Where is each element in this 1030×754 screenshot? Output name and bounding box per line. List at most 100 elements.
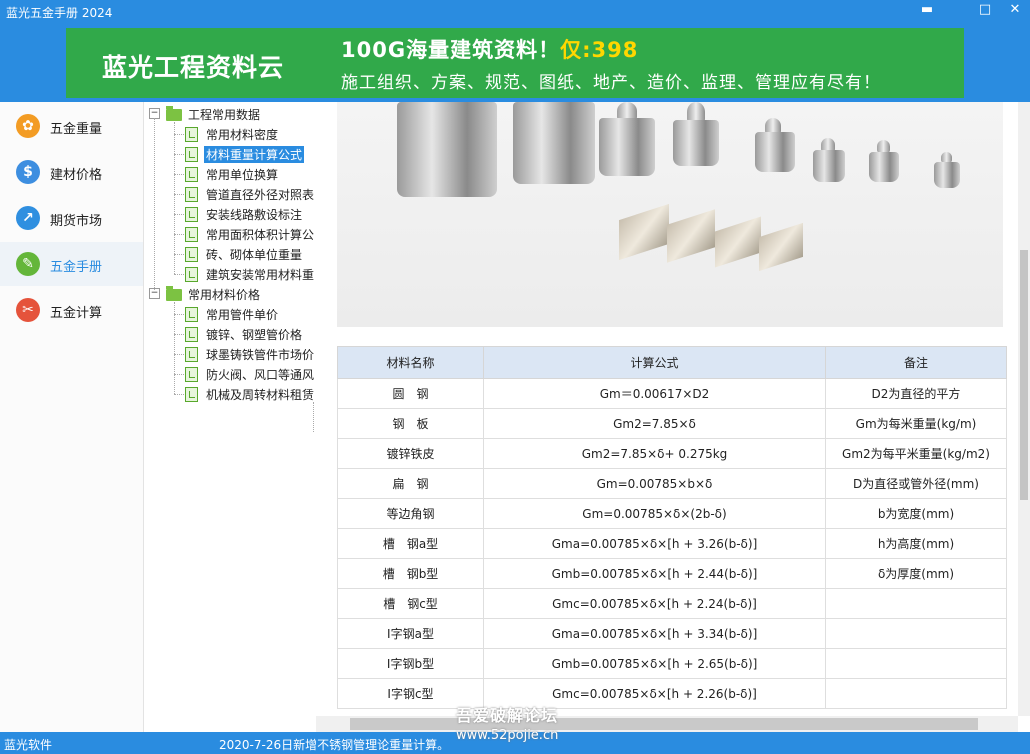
- banner-headline: 100G海量建筑资料！: [341, 38, 561, 62]
- watermark-line2: www.52pojie.cn: [456, 728, 559, 743]
- close-button[interactable]: ✕: [1000, 0, 1030, 22]
- tree-item[interactable]: 管道直径外径对照表: [144, 184, 316, 204]
- tree-connector: [174, 122, 175, 274]
- material-name-cell: 等边角钢: [337, 498, 484, 529]
- status-brand: 蓝光软件: [4, 738, 53, 752]
- tree-item-label: 常用面积体积计算公: [206, 228, 315, 242]
- note-cell: Gm2为每平米重量(kg/m2): [825, 438, 1007, 469]
- nav-item-1[interactable]: ✿ 五金重量: [0, 104, 143, 148]
- material-name-cell: 钢 板: [337, 408, 484, 439]
- table-row: I字钢a型 Gma=0.00785×δ×[h + 3.34(b-δ)]: [337, 618, 1007, 649]
- tree-item-label: 管道直径外径对照表: [206, 188, 315, 202]
- tree-item[interactable]: 镀锌、钢塑管价格: [144, 324, 316, 344]
- folder-icon: [166, 106, 182, 121]
- document-icon: [185, 367, 198, 382]
- tree-item[interactable]: 防火阀、风口等通风: [144, 364, 316, 384]
- document-icon: [185, 207, 198, 222]
- weight-plate: [759, 222, 803, 272]
- document-icon: [185, 387, 198, 402]
- tree-item[interactable]: 机械及周转材料租赁: [144, 384, 316, 404]
- nav-item-4[interactable]: ✎ 五金手册: [0, 242, 143, 286]
- formula-table: 材料名称 计算公式 备注 圆 钢 Gm＝0.00617×D2 D2为直径的平方钢 板 Gm…: [337, 346, 1007, 709]
- formula-cell: Gmc=0.00785×δ×[h + 2.26(b-δ)]: [483, 678, 826, 709]
- tree-item[interactable]: 常用管件单价: [144, 304, 316, 324]
- tree-item-label: 防火阀、风口等通风: [206, 368, 315, 382]
- minimize-button[interactable]: ▬: [912, 0, 942, 22]
- banner-price: 398: [591, 38, 639, 62]
- weight-small: [755, 132, 795, 172]
- table-header-row: 材料名称 计算公式 备注: [337, 346, 1007, 379]
- column-header: 计算公式: [483, 346, 826, 379]
- note-cell: Gm为每米重量(kg/m): [825, 408, 1007, 439]
- tree-item[interactable]: 建筑安装常用材料重: [144, 264, 316, 284]
- tree-item-label: 常用管件单价: [206, 308, 279, 322]
- vertical-scroll-thumb[interactable]: [1020, 250, 1028, 500]
- formula-cell: Gma=0.00785×δ×[h + 3.34(b-δ)]: [483, 618, 826, 649]
- formula-cell: Gm2=7.85×δ+ 0.275kg: [483, 438, 826, 469]
- weight-plate: [667, 209, 715, 263]
- note-cell: b为宽度(mm): [825, 498, 1007, 529]
- weight-tiny: [869, 152, 899, 182]
- column-header: 备注: [825, 346, 1007, 379]
- formula-cell: Gma=0.00785×δ×[h + 3.26(b-δ)]: [483, 528, 826, 559]
- tree-item[interactable]: 球墨铸铁管件市场价: [144, 344, 316, 364]
- watermark: 吾爱破解论坛 www.52pojie.cn: [456, 706, 558, 746]
- formula-cell: Gm＝0.00617×D2: [483, 378, 826, 409]
- horizontal-scroll-thumb[interactable]: [350, 718, 978, 730]
- document-icon: [185, 267, 198, 282]
- folder-icon: [166, 286, 182, 301]
- horizontal-scrollbar[interactable]: [316, 716, 1018, 732]
- nav-item-label: 五金重量: [50, 122, 103, 137]
- tree-item[interactable]: 常用面积体积计算公: [144, 224, 316, 244]
- document-icon: [185, 247, 198, 262]
- table-row: I字钢b型 Gmb=0.00785×δ×[h + 2.65(b-δ)]: [337, 648, 1007, 679]
- note-cell: [825, 678, 1007, 709]
- nav-item-5[interactable]: ✂ 五金计算: [0, 288, 143, 332]
- tree-group[interactable]: − 常用材料价格: [144, 284, 316, 304]
- tree-item[interactable]: 材料重量计算公式: [144, 144, 316, 164]
- nav-item-3[interactable]: ↗ 期货市场: [0, 196, 143, 240]
- tree-group-label: 工程常用数据: [188, 108, 261, 122]
- watermark-line1: 吾爱破解论坛: [456, 706, 559, 725]
- weights-photo: [337, 102, 1003, 327]
- banner-tagline: 施工组织、方案、规范、图纸、地产、造价、监理、管理应有尽有！: [341, 73, 881, 93]
- material-name-cell: I字钢b型: [337, 648, 484, 679]
- title-bar: 蓝光五金手册 2024 ▬ □ ✕: [0, 0, 1030, 24]
- document-icon: [185, 307, 198, 322]
- note-cell: D为直径或管外径(mm): [825, 468, 1007, 499]
- formula-cell: Gm=0.00785×b×δ: [483, 468, 826, 499]
- dollar-icon: $: [16, 160, 40, 184]
- tree-item[interactable]: 常用单位换算: [144, 164, 316, 184]
- category-tree: − 工程常用数据常用材料密度材料重量计算公式 常用单位换算管道直径外径对照表安装线路…: [144, 102, 316, 732]
- banner-headline-row: 100G海量建筑资料！仅:398: [341, 34, 638, 64]
- tree-group[interactable]: − 工程常用数据: [144, 104, 316, 124]
- note-cell: [825, 618, 1007, 649]
- content-panel: 材料名称 计算公式 备注 圆 钢 Gm＝0.00617×D2 D2为直径的平方钢 板 Gm…: [316, 102, 1018, 716]
- note-cell: [825, 648, 1007, 679]
- material-name-cell: 槽 钢b型: [337, 558, 484, 589]
- document-icon: [185, 147, 198, 162]
- tree-item-label: 建筑安装常用材料重: [206, 268, 315, 282]
- vertical-scrollbar[interactable]: [1018, 102, 1030, 716]
- nav-item-label: 建材价格: [50, 168, 103, 183]
- nav-item-2[interactable]: $ 建材价格: [0, 150, 143, 194]
- weight-knob: [687, 102, 705, 122]
- weight-tiny: [813, 150, 845, 182]
- banner-ad[interactable]: 蓝光工程资料云 100G海量建筑资料！仅:398 施工组织、方案、规范、图纸、地…: [66, 28, 964, 98]
- tree-connector: [154, 118, 155, 290]
- tree-item[interactable]: 常用材料密度: [144, 124, 316, 144]
- weight-small: [599, 118, 655, 176]
- tree-item-label: 常用材料密度: [206, 128, 279, 142]
- tree-item[interactable]: 砖、砌体单位重量: [144, 244, 316, 264]
- tree-item-label: 材料重量计算公式: [204, 146, 305, 163]
- document-icon: [185, 347, 198, 362]
- table-row: 槽 钢b型 Gmb=0.00785×δ×[h + 2.44(b-δ)] δ为厚度(m…: [337, 558, 1007, 589]
- tree-item[interactable]: 安装线路敷设标注: [144, 204, 316, 224]
- tree-item-label: 砖、砌体单位重量: [206, 248, 303, 262]
- maximize-button[interactable]: □: [970, 0, 1000, 22]
- material-name-cell: 镀锌铁皮: [337, 438, 484, 469]
- table-row: 钢 板 Gm2=7.85×δ Gm为每米重量(kg/m): [337, 408, 1007, 439]
- wrench-icon: ✎: [16, 252, 40, 276]
- table-row: 槽 钢a型 Gma=0.00785×δ×[h + 3.26(b-δ)] h为高度(m…: [337, 528, 1007, 559]
- table-row: 镀锌铁皮 Gm2=7.85×δ+ 0.275kg Gm2为每平米重量(kg/m2): [337, 438, 1007, 469]
